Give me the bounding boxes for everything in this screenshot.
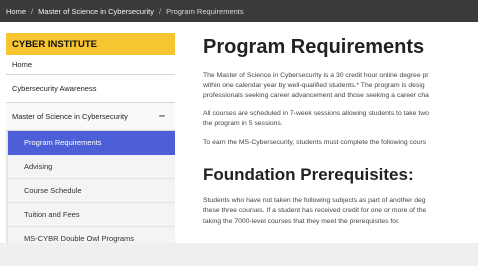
breadcrumb: Home / Master of Science in Cybersecurit… — [0, 0, 478, 22]
text-line: Students who have not taken the followin… — [203, 197, 426, 205]
sidebar-item-ms-cybersecurity[interactable]: Master of Science in Cybersecurity – — [6, 103, 175, 131]
text-line: professionals seeking career advancement… — [203, 92, 429, 100]
text-line: All courses are scheduled in 7-week sess… — [203, 109, 429, 117]
sidebar-subitem-tuition-fees[interactable]: Tuition and Fees — [8, 203, 175, 227]
breadcrumb-separator: / — [159, 6, 162, 16]
intro-paragraph: The Master of Science in Cybersecurity i… — [203, 71, 478, 102]
breadcrumb-current: Program Requirements — [166, 6, 244, 16]
main-content: Program Requirements The Master of Scien… — [203, 35, 478, 227]
sidebar-subnav: Program Requirements Advising Course Sch… — [6, 131, 175, 251]
page-footer-band — [0, 243, 478, 266]
schedule-paragraph: All courses are scheduled in 7-week sess… — [203, 109, 478, 129]
text-line: The Master of Science in Cybersecurity i… — [203, 72, 429, 79]
text-line: within one calendar year by well-qualifi… — [203, 82, 425, 90]
collapse-icon[interactable]: – — [159, 111, 165, 122]
sidebar-item-label: Master of Science in Cybersecurity — [12, 112, 128, 121]
text-line: these three courses. If a student has re… — [203, 207, 427, 215]
text-line: taking the 7000-level courses that they … — [203, 217, 400, 225]
text-line: To earn the MS-Cybersecurity, students m… — [203, 139, 427, 147]
section-title: Foundation Prerequisites: — [203, 165, 414, 185]
breadcrumb-mscs-link[interactable]: Master of Science in Cybersecurity — [38, 7, 154, 16]
sidebar-subitem-course-schedule[interactable]: Course Schedule — [8, 179, 175, 203]
sidebar-subitem-program-requirements[interactable]: Program Requirements — [8, 131, 175, 155]
page-title: Program Requirements — [203, 36, 425, 58]
prereq-paragraph: Students who have not taken the followin… — [203, 196, 478, 227]
earn-paragraph: To earn the MS-Cybersecurity, students m… — [203, 138, 478, 148]
sidebar-nav: CYBER INSTITUTE Home Cybersecurity Aware… — [6, 33, 175, 251]
sidebar-item-home[interactable]: Home — [6, 55, 175, 75]
breadcrumb-separator: / — [31, 6, 34, 16]
text-line: the program in 5 sessions. — [203, 119, 283, 127]
breadcrumb-home-link[interactable]: Home — [6, 7, 26, 16]
sidebar-item-cybersecurity-awareness[interactable]: Cybersecurity Awareness — [6, 75, 175, 103]
sidebar-header[interactable]: CYBER INSTITUTE — [6, 33, 175, 55]
sidebar-subitem-advising[interactable]: Advising — [8, 155, 175, 179]
